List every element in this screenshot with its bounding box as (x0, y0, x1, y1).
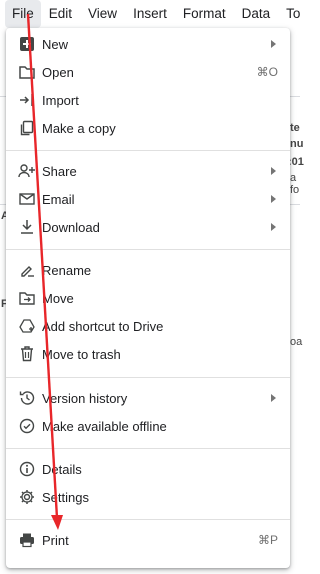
menu-item-label: Email (42, 191, 75, 207)
trash-icon (18, 345, 36, 363)
menu-item-label: Make a copy (42, 120, 116, 136)
move-folder-icon (18, 289, 36, 307)
submenu-arrow-icon (271, 195, 276, 203)
menu-item-make-a-copy[interactable]: Make a copy (6, 114, 290, 142)
menu-item-version-history[interactable]: Version history (6, 384, 290, 412)
menu-item-label: Details (42, 461, 82, 477)
submenu-arrow-icon (271, 223, 276, 231)
menu-item-label: Make available offline (42, 418, 167, 434)
mail-icon (18, 190, 36, 208)
menu-item-import[interactable]: Import (6, 86, 290, 114)
menu-item-print[interactable]: Print ⌘P (6, 526, 290, 554)
menu-item-rename[interactable]: Rename (6, 256, 290, 284)
menu-divider (6, 150, 290, 151)
menu-item-label: Print (42, 532, 69, 548)
offline-check-icon (18, 417, 36, 435)
plus-box-icon (18, 35, 36, 53)
background-text: oa (290, 336, 303, 348)
download-icon (18, 218, 36, 236)
menu-data[interactable]: Data (234, 0, 279, 28)
menu-item-details[interactable]: Details (6, 455, 290, 483)
shortcut-label: ⌘P (257, 533, 278, 547)
menu-item-open[interactable]: Open ⌘O (6, 58, 290, 86)
menu-edit[interactable]: Edit (41, 0, 80, 28)
rename-icon (18, 261, 36, 279)
info-icon (18, 460, 36, 478)
gear-icon (18, 488, 36, 506)
menu-format[interactable]: Format (175, 0, 234, 28)
menu-item-label: Open (42, 64, 74, 80)
person-add-icon (18, 162, 36, 180)
background-text: :01 (288, 156, 304, 168)
menu-file[interactable]: File (5, 0, 41, 28)
submenu-arrow-icon (271, 167, 276, 175)
menu-item-make-available-offline[interactable]: Make available offline (6, 412, 290, 440)
menu-item-add-shortcut-to-drive[interactable]: Add shortcut to Drive (6, 312, 290, 340)
file-menu: New Open ⌘O Import Make a copy Share Ema… (6, 28, 290, 568)
menu-item-share[interactable]: Share (6, 157, 290, 185)
menu-divider (6, 377, 290, 378)
menu-insert[interactable]: Insert (125, 0, 175, 28)
menu-item-label: Share (42, 163, 77, 179)
menu-divider (6, 448, 290, 449)
shortcut-label: ⌘O (256, 65, 278, 79)
submenu-arrow-icon (271, 40, 276, 48)
menu-item-move[interactable]: Move (6, 284, 290, 312)
menu-item-new[interactable]: New (6, 30, 290, 58)
menu-item-move-to-trash[interactable]: Move to trash (6, 340, 290, 368)
menu-item-label: Move (42, 290, 74, 306)
background-text: te (290, 122, 300, 134)
menu-divider (6, 519, 290, 520)
menu-divider (6, 249, 290, 250)
folder-icon (18, 63, 36, 81)
menu-item-label: Move to trash (42, 346, 121, 362)
menu-item-label: Add shortcut to Drive (42, 318, 164, 334)
menu-item-download[interactable]: Download (6, 213, 290, 241)
menu-item-label: Settings (42, 489, 89, 505)
menu-item-label: Download (42, 219, 100, 235)
history-icon (18, 389, 36, 407)
menu-item-label: New (42, 36, 69, 52)
menu-view[interactable]: View (80, 0, 125, 28)
menu-item-email[interactable]: Email (6, 185, 290, 213)
submenu-arrow-icon (271, 394, 276, 402)
background-text: a fo (290, 172, 300, 196)
background-text: nu (290, 138, 304, 150)
drive-shortcut-icon (18, 317, 36, 335)
copy-icon (18, 119, 36, 137)
menu-item-label: Import (42, 92, 79, 108)
menu-bar: File Edit View Insert Format Data Tools (0, 0, 300, 28)
printer-icon (18, 531, 36, 549)
menu-tools[interactable]: Tools (278, 0, 300, 28)
import-icon (18, 91, 36, 109)
menu-item-settings[interactable]: Settings (6, 483, 290, 511)
menu-item-label: Rename (42, 262, 92, 278)
menu-item-label: Version history (42, 390, 128, 406)
